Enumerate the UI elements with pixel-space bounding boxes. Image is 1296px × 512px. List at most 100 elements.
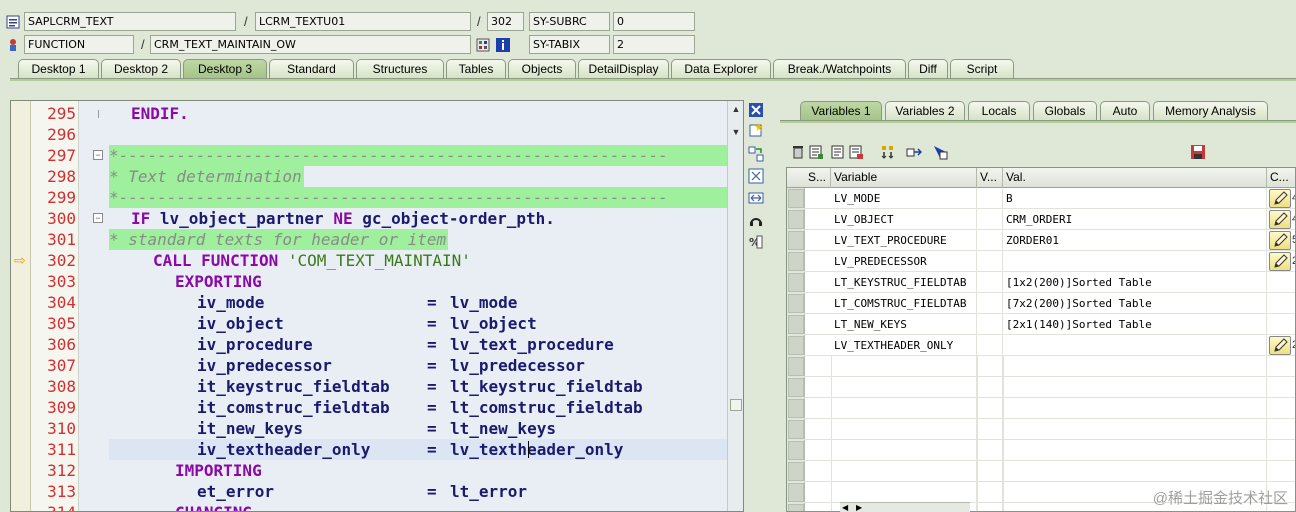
tool-settings-icon[interactable]: % [748,234,764,250]
row-selector[interactable] [788,420,804,439]
v-cell[interactable] [977,335,1003,356]
remove-all-icon[interactable] [848,144,864,160]
select-variable-icon[interactable] [932,144,948,160]
v-cell[interactable] [977,440,1003,461]
v-cell[interactable] [977,482,1003,503]
sy-subrc-value[interactable]: 0 [613,12,695,31]
code-line[interactable]: 310 it_new_keys = lt_new_keys [11,418,727,439]
grid-horizontal-scrollbar[interactable]: ◀ ▶ [840,502,970,512]
variable-name-cell[interactable]: LV_MODE [831,188,977,209]
fold-toggle-icon[interactable]: − [93,150,103,160]
variable-name-cell[interactable]: LV_TEXT_PROCEDURE [831,230,977,251]
row-selector[interactable] [788,462,804,481]
row-selector[interactable] [788,189,804,208]
variable-row[interactable]: LV_PREDECESSOR 2 [787,251,1295,272]
save-layout-icon[interactable] [1190,144,1206,160]
tab-desktop-2[interactable]: Desktop 2 [101,59,181,78]
variable-row[interactable]: LT_KEYSTRUC_FIELDTAB [1x2(200)]Sorted Tab… [787,272,1295,293]
variable-name-cell[interactable] [831,461,977,482]
tab-data-explorer[interactable]: Data Explorer [671,59,771,78]
v-cell[interactable] [977,293,1003,314]
tab-desktop-1[interactable]: Desktop 1 [18,59,99,78]
variable-row[interactable]: LV_OBJECT CRM_ORDERI 4 [787,209,1295,230]
code-line[interactable]: 295 ENDIF. [11,103,727,124]
code-line[interactable]: 309 it_comstruc_fieldtab = lt_comstruc_f… [11,397,727,418]
v-cell[interactable] [977,272,1003,293]
edit-pencil-icon[interactable] [1269,189,1291,208]
value-cell[interactable]: ZORDER01 [1003,230,1267,251]
tab-locals[interactable]: Locals [968,101,1030,120]
v-cell[interactable] [977,230,1003,251]
code-line[interactable]: 304 iv_mode = lv_mode [11,292,727,313]
tab-objects[interactable]: Objects [508,59,576,78]
scroll-down-arrow-icon[interactable]: ▼ [729,125,743,139]
code-line[interactable]: 300 − IF lv_object_partner NE gc_object-… [11,208,727,229]
value-cell[interactable] [1003,398,1267,419]
line-number-field[interactable]: 302 [487,12,524,31]
value-cell[interactable] [1003,356,1267,377]
row-selector[interactable] [788,504,804,511]
value-cell[interactable] [1003,377,1267,398]
variable-name-cell[interactable]: LV_TEXTHEADER_ONLY [831,335,977,356]
code-line[interactable]: 303 EXPORTING [11,271,727,292]
variable-row[interactable]: LT_COMSTRUC_FIELDTAB [7x2(200)]Sorted Tab… [787,293,1295,314]
tab-auto[interactable]: Auto [1100,101,1150,120]
code-line[interactable]: 305 iv_object = lv_object [11,313,727,334]
variable-row[interactable] [787,398,1295,419]
variable-row[interactable] [787,440,1295,461]
variable-name-cell[interactable]: LV_PREDECESSOR [831,251,977,272]
tab-script[interactable]: Script [950,59,1014,78]
row-selector[interactable] [788,273,804,292]
new-tool-icon[interactable] [748,122,764,138]
v-cell[interactable] [977,503,1003,511]
code-line[interactable]: 301 * standard texts for header or item [11,229,727,250]
column-header-c[interactable]: C... [1267,168,1295,188]
value-cell[interactable]: CRM_ORDERI [1003,209,1267,230]
code-line[interactable]: 296 [11,124,727,145]
scroll-up-arrow-icon[interactable]: ▲ [729,102,743,116]
tab-variables-1[interactable]: Variables 1 [800,101,882,120]
value-cell[interactable] [1003,335,1267,356]
row-selector[interactable] [788,231,804,250]
maximize-tool-icon[interactable] [748,168,764,184]
row-selector[interactable] [788,483,804,502]
variable-row[interactable]: LT_NEW_KEYS [2x1(140)]Sorted Table [787,314,1295,335]
value-cell[interactable]: B [1003,188,1267,209]
tab-variables-2[interactable]: Variables 2 [885,101,965,120]
row-selector[interactable] [788,210,804,229]
value-cell[interactable]: [2x1(140)]Sorted Table [1003,314,1267,335]
variable-name-cell[interactable] [831,398,977,419]
row-selector[interactable] [788,336,804,355]
v-cell[interactable] [977,398,1003,419]
tab-standard[interactable]: Standard [269,59,354,78]
variable-name-cell[interactable] [831,440,977,461]
variable-row[interactable] [787,419,1295,440]
tab-globals[interactable]: Globals [1033,101,1097,120]
v-cell[interactable] [977,209,1003,230]
value-cell[interactable] [1003,251,1267,272]
scrollbar-thumb[interactable] [730,399,742,411]
column-header-value[interactable]: Val. [1003,168,1267,188]
sy-tabix-value[interactable]: 2 [613,35,695,54]
value-cell[interactable] [1003,461,1267,482]
tab-structures[interactable]: Structures [356,59,444,78]
code-line-current[interactable]: ⇨ 302 CALL FUNCTION 'COM_TEXT_MAINTAIN' [11,250,727,271]
v-cell[interactable] [977,461,1003,482]
v-cell[interactable] [977,356,1003,377]
variable-row[interactable] [787,377,1295,398]
save-variables-icon[interactable] [830,144,846,160]
tab-breakpoints-watchpoints[interactable]: Break./Watchpoints [773,59,906,78]
replace-tool-icon[interactable] [748,146,764,162]
event-name-field[interactable]: CRM_TEXT_MAINTAIN_OW [150,35,471,54]
column-header-variable[interactable]: Variable [831,168,977,188]
tab-desktop-3[interactable]: Desktop 3 [183,59,267,78]
v-cell[interactable] [977,314,1003,335]
variable-row[interactable]: LV_MODE B 4 [787,188,1295,209]
v-cell[interactable] [977,251,1003,272]
variable-name-cell[interactable] [831,356,977,377]
code-line[interactable]: 306 iv_procedure = lv_text_procedure [11,334,727,355]
variable-name-cell[interactable]: LT_KEYSTRUC_FIELDTAB [831,272,977,293]
swap-tools-icon[interactable] [748,190,764,206]
row-selector[interactable] [788,357,804,376]
variable-name-cell[interactable] [831,419,977,440]
